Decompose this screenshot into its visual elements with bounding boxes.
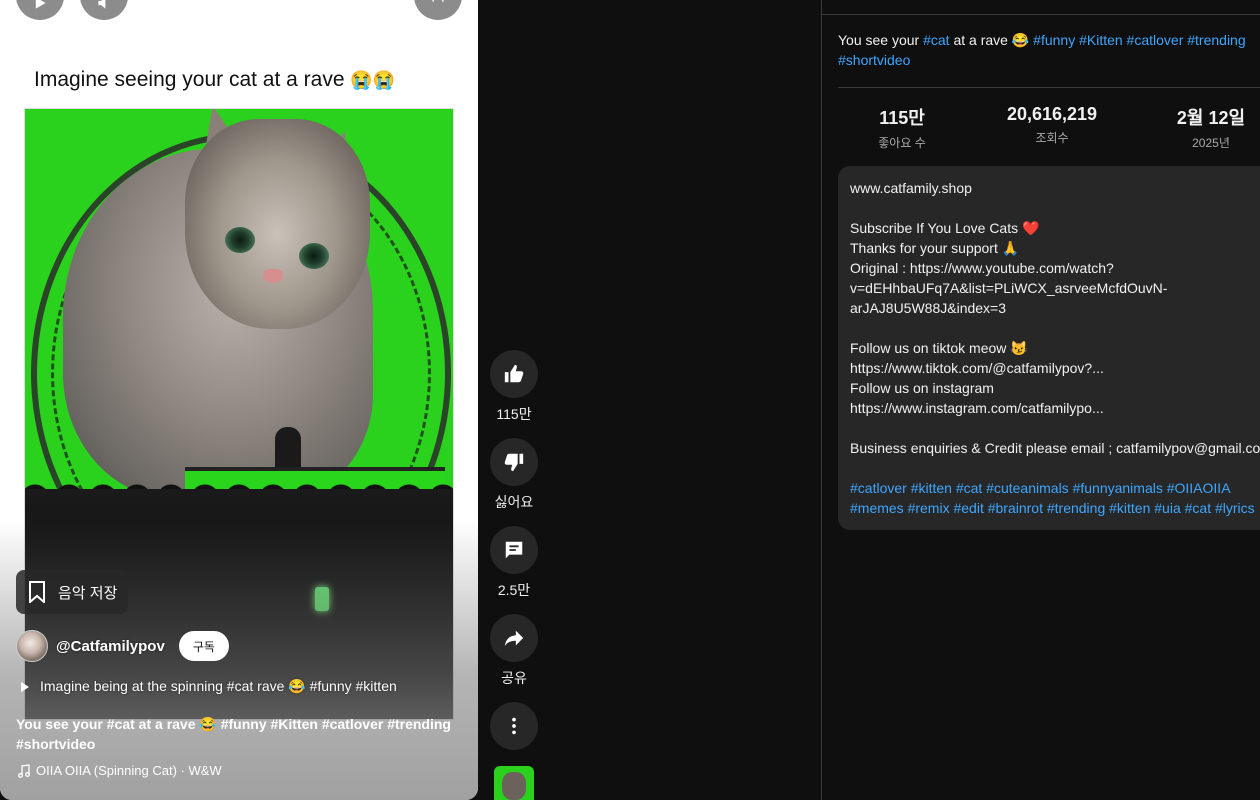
title-emoji: 😭😭 [350,70,396,90]
thumb-down-icon [504,453,524,472]
description-hashtags[interactable]: #memes #remix #edit #brainrot #trending … [850,498,1260,518]
channel-name[interactable]: @Catfamilypov [56,638,165,655]
description-line: arJAJ8U5W88J&index=3 [850,300,1007,316]
audio-track-link[interactable]: OIIA OIIA (Spinning Cat) · W&W [18,763,222,778]
like-count: 115만 [496,406,532,422]
description-line: www.catfamily.shop [850,180,972,196]
suggested-video-title: Imagine being at the spinning #cat rave … [40,678,397,694]
shorts-player: Imagine seeing your cat at a rave 😭😭 음악 … [0,0,478,800]
play-button[interactable] [16,0,64,20]
description-line: https://www.tiktok.com/@catfamilypov?... [850,360,1104,376]
video-stats: 115만 좋아요 수 20,616,219 조회수 2월 12일 2025년 [838,104,1260,154]
audio-track-name: OIIA OIIA (Spinning Cat) · W&W [36,763,222,778]
save-music-button[interactable]: 음악 저장 [16,570,128,614]
comments-button[interactable] [490,526,538,574]
share-label: 공유 [501,670,527,686]
stat-date: 2월 12일 2025년 [1168,104,1254,151]
overlay-description[interactable]: You see your #cat at a rave 😂 #funny #Ki… [16,714,456,754]
stat-date-value: 2월 12일 [1176,108,1246,128]
stat-views-value: 20,616,219 [1006,104,1098,124]
music-note-icon [18,763,30,778]
thumb-up-icon [504,364,524,383]
description-line: Business enquiries & Credit please email… [850,440,1260,456]
suggested-video-link[interactable]: Imagine being at the spinning #cat rave … [20,678,397,695]
stat-likes-value: 115만 [879,108,925,128]
description-gap [850,198,1260,218]
volume-icon [98,0,106,9]
stat-views: 20,616,219 조회수 [1001,104,1103,146]
share-button[interactable] [490,614,538,662]
panel-desc-mid: at a rave 😂 [953,32,1030,48]
cat-head [185,119,370,329]
more-icon [512,717,516,735]
share-icon [504,630,524,647]
stat-views-label: 조회수 [1035,131,1069,145]
description-line: Subscribe If You Love Cats ❤️ [850,220,1040,236]
description-line: Follow us on tiktok meow 😼 [850,340,1028,356]
panel-divider [821,0,822,800]
cat-nose [263,269,283,283]
channel-avatar[interactable] [16,630,48,662]
hashtag-link-shortvideo[interactable]: #shortvideo [838,52,910,68]
like-button[interactable] [490,350,538,398]
cat-eye-right [299,243,329,269]
stat-likes-label: 좋아요 수 [878,136,926,150]
volume-button[interactable] [80,0,128,20]
subscribe-button[interactable]: 구독 [178,631,229,661]
dislike-button[interactable] [490,438,538,486]
comment-icon [505,541,523,559]
description-hashtags[interactable]: #catlover #kitten #cat #cuteanimals #fun… [850,478,1260,498]
dislike-label: 싫어요 [494,494,534,510]
video-title-text: Imagine seeing your cat at a rave [34,68,345,91]
fullscreen-button[interactable] [414,0,462,20]
fullscreen-icon [432,0,444,2]
comment-count: 2.5만 [497,582,531,598]
thumbnail-cat [502,772,526,800]
action-rail: 115만 싫어요 2.5만 공유 [490,350,538,800]
channel-row: @Catfamilypov 구독 [16,630,229,662]
description-gap [850,458,1260,478]
more-actions-button[interactable] [490,702,538,750]
bookmark-icon [29,581,45,603]
description-gap [850,418,1260,438]
hashtag-link[interactable]: #cat [923,32,949,48]
description-line: https://www.instagram.com/catfamilypo... [850,400,1104,416]
top-divider [822,14,1260,15]
stat-likes: 115만 좋아요 수 [866,104,938,151]
description-line: Original : https://www.youtube.com/watch… [850,260,1114,276]
cat-eye-left [225,227,255,253]
video-title: Imagine seeing your cat at a rave 😭😭 [34,68,395,92]
stat-date-year: 2025년 [1192,136,1230,150]
description-line: Thanks for your support 🙏 [850,240,1020,256]
description-box[interactable]: www.catfamily.shop Subscribe If You Love… [838,166,1260,530]
save-music-label: 음악 저장 [58,584,118,602]
panel-title-description: You see your #cat at a rave 😂 #funny #Ki… [838,30,1258,70]
panel-desc-text: You see your [838,32,920,48]
description-line: v=dEHhbaUFq7A&list=PLiWCX_asrveeMcfdOuvN… [850,280,1168,296]
description-gap [850,318,1260,338]
stats-divider [838,87,1260,88]
dj-figure [275,427,301,471]
description-line: Follow us on instagram [850,380,994,396]
hashtag-links[interactable]: #funny #Kitten #catlover #trending [1033,32,1245,48]
play-small-icon [21,681,29,692]
audio-thumbnail[interactable] [494,766,534,800]
play-icon [35,0,46,9]
